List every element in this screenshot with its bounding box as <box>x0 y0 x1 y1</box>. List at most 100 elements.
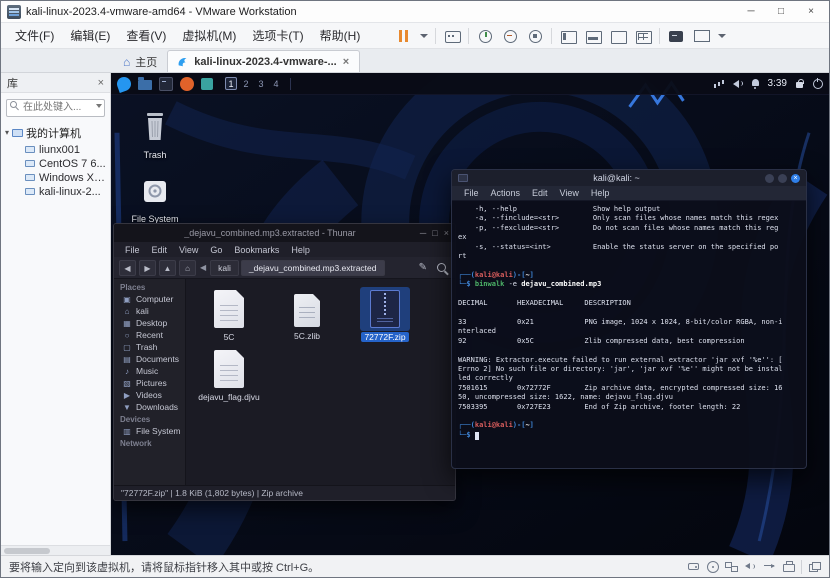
thunar-maximize-button[interactable]: □ <box>432 228 437 238</box>
search-input[interactable] <box>6 98 105 117</box>
expander-icon[interactable]: ▾ <box>5 128 9 137</box>
tab-close-icon[interactable]: × <box>342 56 350 68</box>
cd-device-icon[interactable] <box>706 561 719 573</box>
file-item-dejavu_flag.djvu[interactable]: dejavu_flag.djvu <box>191 347 267 403</box>
scrollbar-thumb[interactable] <box>4 548 50 554</box>
file-manager-icon[interactable] <box>138 77 152 90</box>
volume-icon[interactable] <box>732 78 743 89</box>
thunar-menu-edit[interactable]: Edit <box>147 245 173 255</box>
library-tree-root[interactable]: ▾ 我的计算机 <box>1 123 110 143</box>
terminal-icon[interactable] <box>159 76 173 91</box>
sidebar-item-trash[interactable]: ▢ Trash <box>114 341 185 353</box>
file-item-5C[interactable]: 5C <box>191 287 267 343</box>
show-thumbnails-button[interactable] <box>584 27 603 45</box>
desktop-icon-file-system[interactable]: File System <box>125 177 185 224</box>
menubar-item-5[interactable]: 帮助(H) <box>312 24 369 47</box>
power-icon[interactable] <box>812 78 823 89</box>
thunar-menu-view[interactable]: View <box>174 245 203 255</box>
terminal-maximize-button[interactable] <box>778 173 787 183</box>
sidebar-item-computer[interactable]: ▣ Computer <box>114 293 185 305</box>
console-view-button[interactable] <box>667 27 685 45</box>
library-vm-item[interactable]: liunx001 <box>1 143 110 157</box>
close-button[interactable]: × <box>797 3 825 21</box>
menubar-item-0[interactable]: 文件(F) <box>7 24 62 47</box>
thunar-menu-go[interactable]: Go <box>205 245 227 255</box>
library-vm-item[interactable]: Windows XP... <box>1 171 110 185</box>
editor-icon[interactable] <box>201 78 213 90</box>
thunar-home-button[interactable]: ⌂ <box>179 259 196 276</box>
terminal-titlebar[interactable]: kali@kali: ~ × <box>452 170 806 186</box>
browser-icon[interactable] <box>180 76 194 91</box>
search-icon[interactable] <box>437 263 446 272</box>
rename-icon[interactable]: ✎ <box>417 262 429 273</box>
menubar-item-3[interactable]: 虚拟机(M) <box>174 24 244 47</box>
take-snapshot-button[interactable] <box>476 27 494 45</box>
sidebar-item-documents[interactable]: ▤ Documents <box>114 353 185 365</box>
show-library-button[interactable] <box>559 27 578 45</box>
path-segment-1[interactable]: _dejavu_combined.mp3.extracted <box>240 259 385 276</box>
snapshot-manager-button[interactable] <box>526 27 544 45</box>
thunar-up-button[interactable]: ▲ <box>159 259 176 276</box>
path-scroll-left-icon[interactable]: ◀ <box>200 263 206 272</box>
terminal-menu-edit[interactable]: Edit <box>527 188 553 198</box>
menubar-item-2[interactable]: 查看(V) <box>118 24 174 47</box>
workspace-4[interactable]: 4 <box>270 77 282 90</box>
workspace-2[interactable]: 2 <box>240 77 252 90</box>
file-item-5C.zlib[interactable]: 5C.zlib <box>269 287 345 343</box>
suspend-button[interactable] <box>394 27 412 45</box>
sidebar-item-file-system[interactable]: ▥ File System <box>114 425 185 437</box>
thunar-titlebar[interactable]: _dejavu_combined.mp3.extracted - Thunar … <box>114 224 455 242</box>
sidebar-item-kali[interactable]: ⌂ kali <box>114 305 185 317</box>
library-hscrollbar[interactable] <box>1 545 110 555</box>
sidebar-item-music[interactable]: ♪ Music <box>114 365 185 377</box>
thunar-menu-bookmarks[interactable]: Bookmarks <box>229 245 284 255</box>
menubar-item-4[interactable]: 选项卡(T) <box>244 24 311 47</box>
tab-vm-kali[interactable]: kali-linux-2023.4-vmware-... × <box>167 50 361 72</box>
thunar-menu-file[interactable]: File <box>120 245 145 255</box>
panel-clock[interactable]: 3:39 <box>768 78 787 89</box>
tab-home[interactable]: ⌂ 主页 <box>113 50 167 72</box>
thunar-close-button[interactable]: × <box>444 228 449 238</box>
workspace-3[interactable]: 3 <box>255 77 267 90</box>
thunar-menu-help[interactable]: Help <box>286 245 315 255</box>
terminal-output[interactable]: -h, --help Show help output -a, --finclu… <box>452 201 806 468</box>
terminal-menu-file[interactable]: File <box>459 188 484 198</box>
terminal-minimize-button[interactable] <box>765 173 774 183</box>
workspace-1[interactable]: 1 <box>225 77 237 90</box>
hdd-device-icon[interactable] <box>687 561 700 572</box>
thunar-forward-button[interactable]: ▶ <box>139 259 156 276</box>
thunar-back-button[interactable]: ◀ <box>119 259 136 276</box>
sidebar-item-downloads[interactable]: ▼ Downloads <box>114 401 185 413</box>
revert-snapshot-button[interactable] <box>501 27 519 45</box>
terminal-close-button[interactable]: × <box>791 173 800 183</box>
sidebar-item-recent[interactable]: ○ Recent <box>114 329 185 341</box>
terminal-menu-help[interactable]: Help <box>586 188 615 198</box>
desktop-icon-trash[interactable]: Trash <box>125 111 185 160</box>
library-vm-item[interactable]: kali-linux-2... <box>1 185 110 199</box>
minimize-button[interactable]: ─ <box>737 3 765 21</box>
terminal-menu-actions[interactable]: Actions <box>486 188 526 198</box>
sidebar-item-videos[interactable]: ▶ Videos <box>114 389 185 401</box>
library-close-icon[interactable]: × <box>98 77 104 89</box>
path-segment-0[interactable]: kali <box>210 259 239 276</box>
terminal-menu-view[interactable]: View <box>555 188 584 198</box>
sidebar-item-desktop[interactable]: ▦ Desktop <box>114 317 185 329</box>
sidebar-item-pictures[interactable]: ▧ Pictures <box>114 377 185 389</box>
fullscreen-button[interactable] <box>609 27 628 45</box>
unity-button[interactable] <box>634 27 653 45</box>
net-device-icon[interactable] <box>725 561 738 572</box>
lock-icon[interactable] <box>794 78 805 89</box>
display-caret[interactable] <box>717 27 727 45</box>
prn-device-icon[interactable] <box>782 561 795 572</box>
snd-device-icon[interactable] <box>744 561 757 572</box>
vm-display[interactable]: 1234 3:39 Trash File System _dejavu_comb… <box>111 73 829 555</box>
search-dropdown-icon[interactable] <box>96 104 102 108</box>
usb-device-icon[interactable] <box>763 561 776 572</box>
library-vm-item[interactable]: CentOS 7 6... <box>1 157 110 171</box>
kali-menu-icon[interactable] <box>115 74 133 93</box>
network-icon[interactable] <box>713 78 725 89</box>
restore-window-icon[interactable] <box>808 561 821 572</box>
bell-icon[interactable] <box>750 78 761 89</box>
thunar-minimize-button[interactable]: ─ <box>420 228 426 238</box>
display-settings-button[interactable] <box>692 27 711 45</box>
